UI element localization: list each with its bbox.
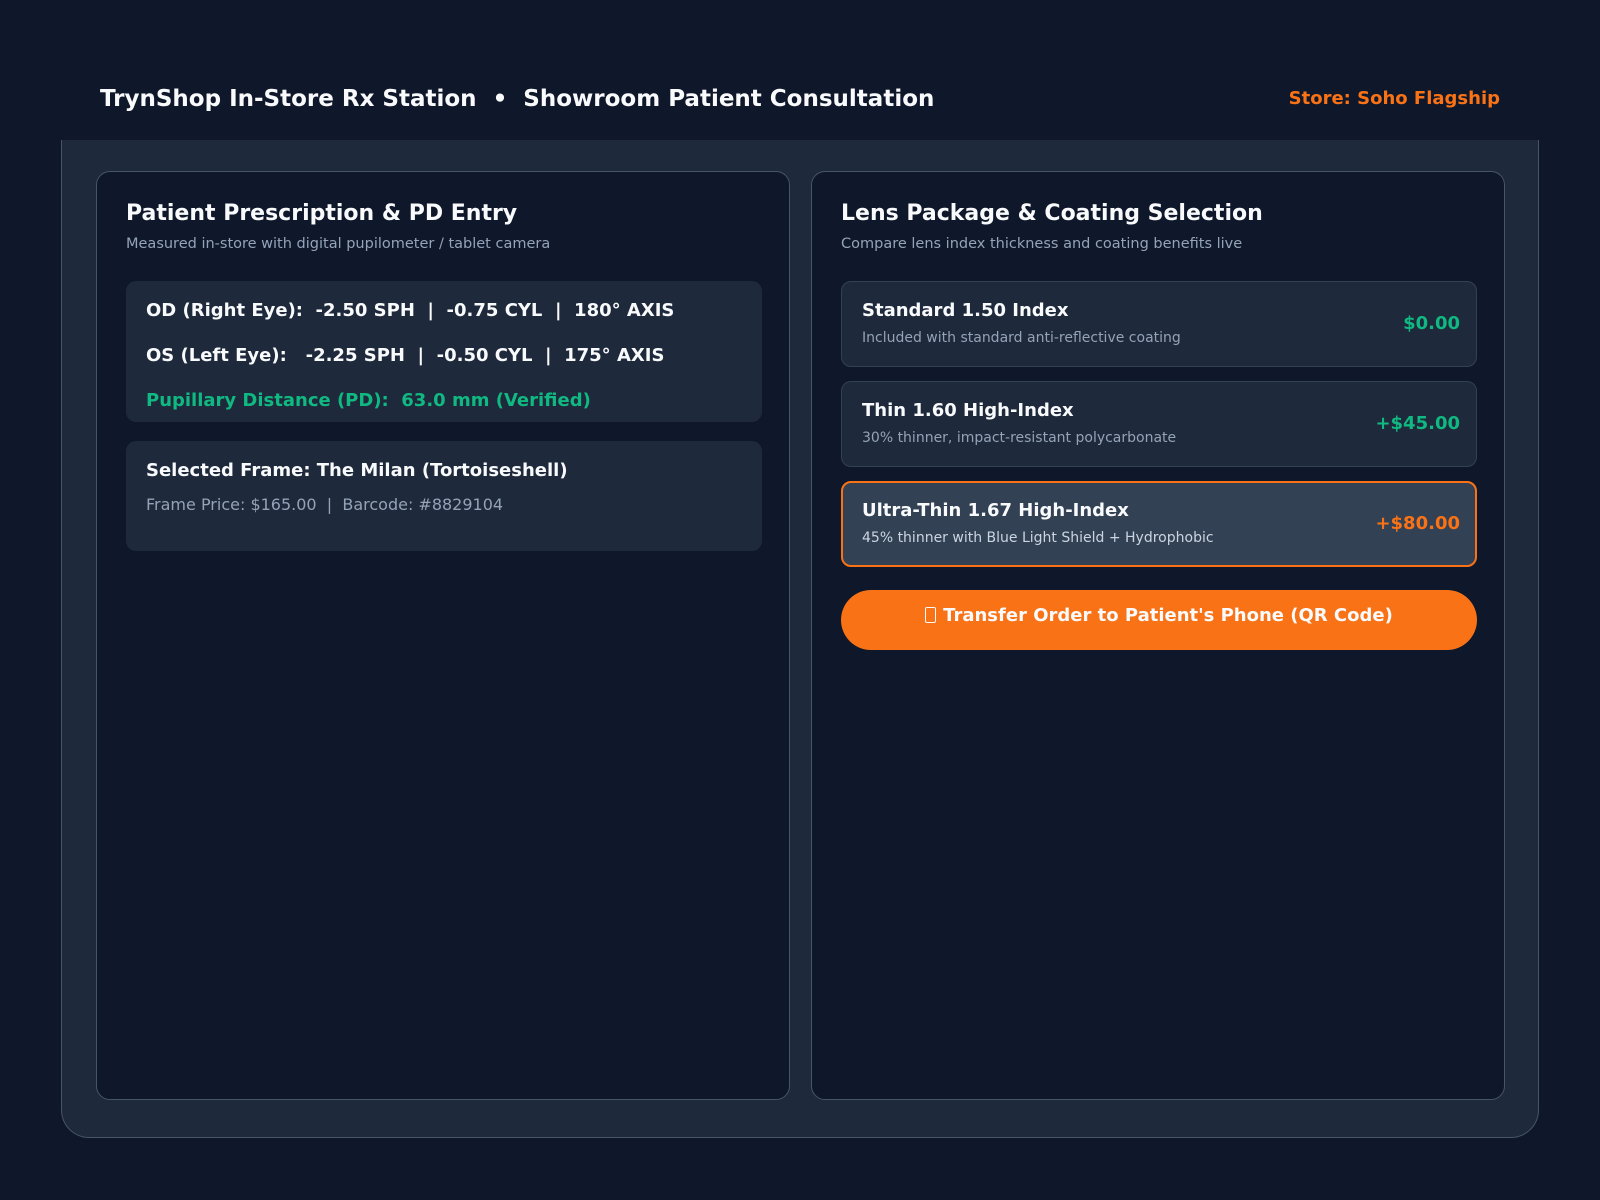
lens-option-name: Standard 1.50 Index [862, 300, 1069, 321]
lens-panel: Lens Package & Coating Selection Compare… [811, 171, 1505, 1100]
pupillary-distance: Pupillary Distance (PD): 63.0 mm (Verifi… [146, 390, 591, 411]
transfer-order-button[interactable]: Transfer Order to Patient's Phone (QR Co… [841, 590, 1477, 650]
rx-station-screen: TrynShop In-Store Rx Station • Showroom … [0, 0, 1600, 1200]
consultation-workspace: Patient Prescription & PD Entry Measured… [61, 140, 1539, 1138]
lens-option-price: +$80.00 [1375, 513, 1460, 534]
lens-option-price: +$45.00 [1375, 413, 1460, 434]
lens-option-ultra-thin-167[interactable]: Ultra-Thin 1.67 High-Index 45% thinner w… [841, 481, 1477, 567]
rx-od-right-eye: OD (Right Eye): -2.50 SPH | -0.75 CYL | … [146, 300, 675, 321]
mobile-phone-icon [925, 607, 937, 623]
lens-panel-title: Lens Package & Coating Selection [841, 201, 1263, 226]
transfer-button-content: Transfer Order to Patient's Phone (QR Co… [841, 605, 1477, 626]
lens-option-description: 30% thinner, impact-resistant polycarbon… [862, 430, 1177, 446]
lens-option-description: Included with standard anti-reflective c… [862, 330, 1181, 346]
store-label: Store: Soho Flagship [1288, 88, 1500, 109]
frame-price-barcode: Frame Price: $165.00 | Barcode: #8829104 [146, 495, 504, 514]
rx-os-left-eye: OS (Left Eye): -2.25 SPH | -0.50 CYL | 1… [146, 345, 665, 366]
lens-option-name: Ultra-Thin 1.67 High-Index [862, 500, 1129, 521]
lens-panel-subtitle: Compare lens index thickness and coating… [841, 236, 1243, 252]
rx-values-card: OD (Right Eye): -2.50 SPH | -0.75 CYL | … [126, 281, 762, 422]
selected-frame-card: Selected Frame: The Milan (Tortoiseshell… [126, 441, 762, 551]
app-header: TrynShop In-Store Rx Station • Showroom … [100, 78, 1500, 120]
lens-option-thin-160[interactable]: Thin 1.60 High-Index 30% thinner, impact… [841, 381, 1477, 467]
lens-option-standard-150[interactable]: Standard 1.50 Index Included with standa… [841, 281, 1477, 367]
prescription-panel-subtitle: Measured in-store with digital pupilomet… [126, 236, 551, 252]
app-title: TrynShop In-Store Rx Station • Showroom … [100, 86, 935, 112]
transfer-button-label: Transfer Order to Patient's Phone (QR Co… [943, 605, 1393, 626]
prescription-panel-title: Patient Prescription & PD Entry [126, 201, 518, 226]
lens-option-price: $0.00 [1403, 313, 1460, 334]
lens-option-name: Thin 1.60 High-Index [862, 400, 1074, 421]
lens-option-description: 45% thinner with Blue Light Shield + Hyd… [862, 530, 1214, 546]
selected-frame-name: Selected Frame: The Milan (Tortoiseshell… [146, 460, 568, 481]
prescription-panel: Patient Prescription & PD Entry Measured… [96, 171, 790, 1100]
